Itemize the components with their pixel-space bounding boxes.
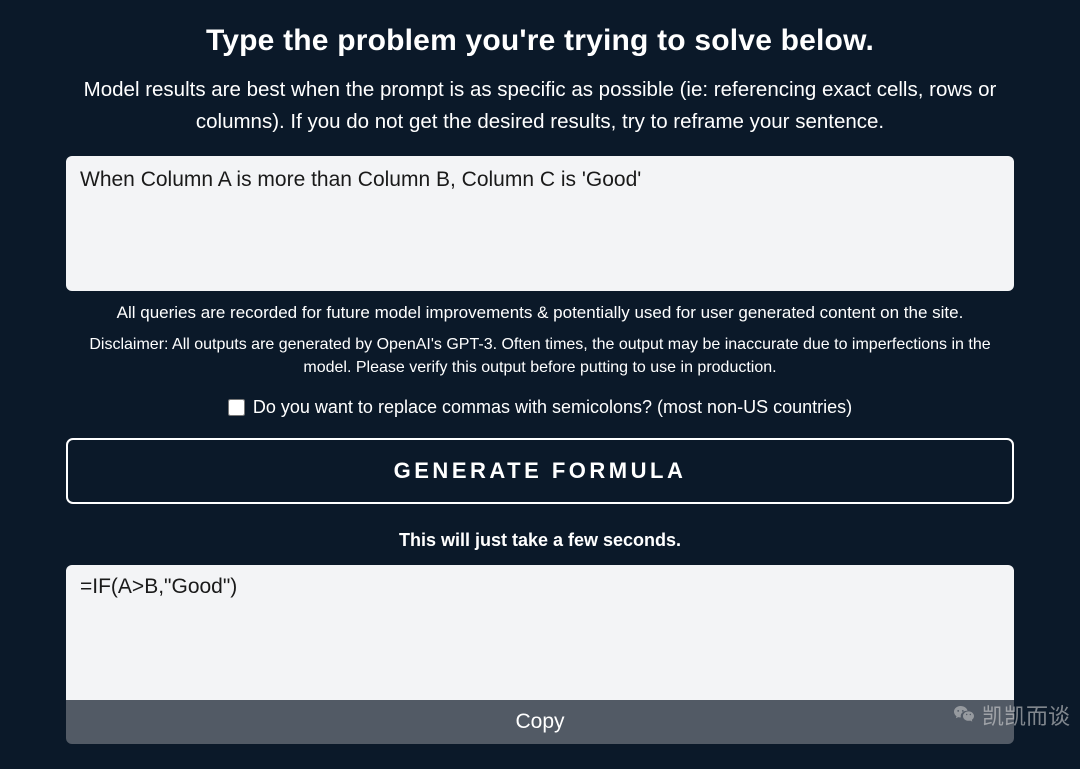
page-title: Type the problem you're trying to solve … bbox=[206, 24, 874, 58]
output-wrapper: =IF(A>B,"Good") Copy bbox=[66, 565, 1014, 744]
semicolon-checkbox[interactable] bbox=[228, 399, 245, 416]
formula-output[interactable]: =IF(A>B,"Good") bbox=[66, 565, 1014, 700]
wait-text: This will just take a few seconds. bbox=[399, 530, 681, 551]
semicolon-checkbox-label: Do you want to replace commas with semic… bbox=[253, 397, 852, 418]
watermark: 凯凯而谈 bbox=[952, 699, 1070, 731]
main-container: Type the problem you're trying to solve … bbox=[0, 0, 1080, 744]
page-subtitle: Model results are best when the prompt i… bbox=[66, 74, 1014, 138]
copy-button[interactable]: Copy bbox=[66, 700, 1014, 744]
watermark-text: 凯凯而谈 bbox=[982, 699, 1070, 731]
semicolon-checkbox-row: Do you want to replace commas with semic… bbox=[228, 397, 852, 418]
recording-note: All queries are recorded for future mode… bbox=[117, 303, 964, 323]
wechat-icon bbox=[952, 703, 976, 727]
problem-input[interactable] bbox=[66, 156, 1014, 291]
disclaimer-note: Disclaimer: All outputs are generated by… bbox=[66, 333, 1014, 379]
generate-button[interactable]: GENERATE FORMULA bbox=[66, 438, 1014, 504]
